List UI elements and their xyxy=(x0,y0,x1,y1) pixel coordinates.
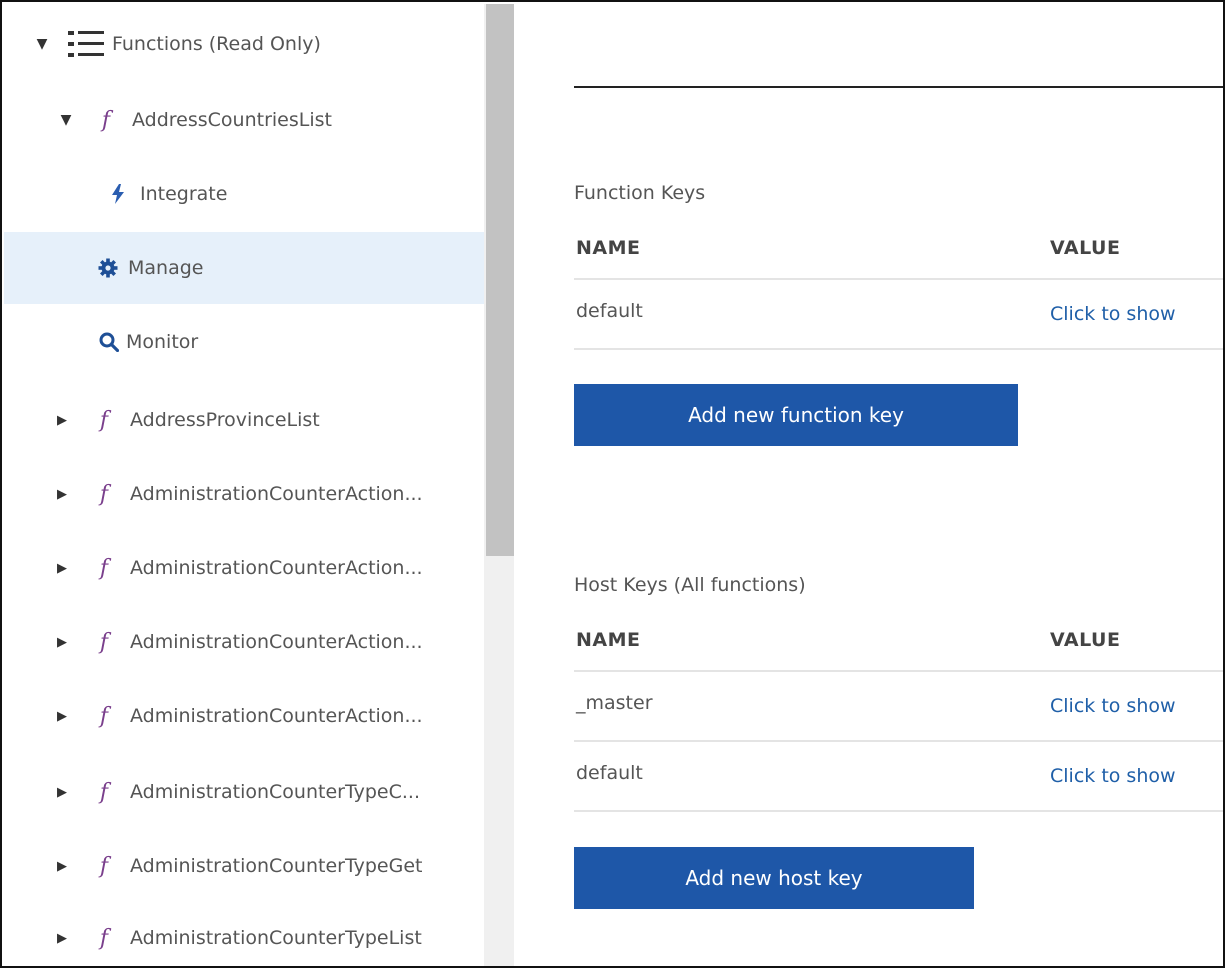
sidebar-scrollbar-thumb[interactable] xyxy=(486,4,514,556)
tree-item-addresscountrieslist[interactable]: ▼ f AddressCountriesList xyxy=(4,84,484,156)
caret-right-icon[interactable]: ▶ xyxy=(54,709,70,724)
functions-sidebar: ▼ Functions (Read Only) ▼ f AddressCount… xyxy=(4,4,484,966)
table-row: default Click to show xyxy=(574,742,1223,812)
function-icon: f xyxy=(99,407,109,433)
function-label: AdministrationCounterAction... xyxy=(130,705,423,727)
caret-down-icon[interactable]: ▼ xyxy=(34,36,50,52)
key-name: default xyxy=(576,762,643,784)
table-header: NAME VALUE xyxy=(574,218,1223,280)
column-header-value: VALUE xyxy=(1050,629,1121,651)
function-icon: f xyxy=(99,853,109,879)
click-to-show-link[interactable]: Click to show xyxy=(1050,695,1223,717)
table-row: _master Click to show xyxy=(574,672,1223,742)
tree-item-function[interactable]: ▶ f AdministrationCounterTypeC... xyxy=(4,756,484,828)
click-to-show-link[interactable]: Click to show xyxy=(1050,765,1223,787)
tree-item-function[interactable]: ▶ f AdministrationCounterAction... xyxy=(4,680,484,752)
function-icon: f xyxy=(99,703,109,729)
manage-panel: Function Keys NAME VALUE default Click t… xyxy=(514,4,1223,966)
table-row: default Click to show xyxy=(574,280,1223,350)
caret-right-icon[interactable]: ▶ xyxy=(54,859,70,874)
add-function-key-button[interactable]: Add new function key xyxy=(574,384,1018,446)
function-label: AdministrationCounterAction... xyxy=(130,483,423,505)
app-frame: ▼ Functions (Read Only) ▼ f AddressCount… xyxy=(0,0,1225,968)
table-header: NAME VALUE xyxy=(574,610,1223,672)
caret-down-icon[interactable]: ▼ xyxy=(58,112,74,128)
function-icon: f xyxy=(99,925,109,951)
column-header-value: VALUE xyxy=(1050,237,1121,259)
caret-right-icon[interactable]: ▶ xyxy=(54,635,70,650)
key-name: _master xyxy=(576,692,653,714)
manage-label: Manage xyxy=(128,257,204,279)
function-icon: f xyxy=(99,629,109,655)
function-icon: f xyxy=(99,779,109,805)
caret-right-icon[interactable]: ▶ xyxy=(54,487,70,502)
divider xyxy=(574,86,1223,88)
search-icon xyxy=(98,332,120,352)
function-icon: f xyxy=(101,107,111,133)
function-icon: f xyxy=(99,481,109,507)
function-keys-table: NAME VALUE default Click to show xyxy=(574,218,1223,350)
lightning-icon xyxy=(108,184,128,204)
function-label: AdministrationCounterTypeGet xyxy=(130,855,423,877)
click-to-show-link[interactable]: Click to show xyxy=(1050,303,1223,325)
function-label: AdministrationCounterAction... xyxy=(130,557,423,579)
key-name: default xyxy=(576,300,643,322)
tree-item-integrate[interactable]: Integrate xyxy=(4,158,484,230)
host-keys-table: NAME VALUE _master Click to show default… xyxy=(574,610,1223,812)
function-label: AddressProvinceList xyxy=(130,409,320,431)
tree-item-function[interactable]: ▶ f AddressProvinceList xyxy=(4,384,484,456)
function-icon: f xyxy=(99,555,109,581)
tree-root-functions[interactable]: ▼ Functions (Read Only) xyxy=(4,8,484,80)
gear-icon xyxy=(98,258,118,278)
column-header-name: NAME xyxy=(576,629,641,651)
caret-right-icon[interactable]: ▶ xyxy=(54,931,70,946)
function-keys-title: Function Keys xyxy=(574,182,706,204)
tree-root-label: Functions (Read Only) xyxy=(112,33,321,55)
monitor-label: Monitor xyxy=(126,331,199,353)
function-label: AdministrationCounterTypeList xyxy=(130,927,422,949)
caret-right-icon[interactable]: ▶ xyxy=(54,561,70,576)
tree-item-function[interactable]: ▶ f AdministrationCounterTypeList xyxy=(4,902,484,966)
host-keys-title: Host Keys (All functions) xyxy=(574,574,806,596)
tree-item-function[interactable]: ▶ f AdministrationCounterTypeGet xyxy=(4,830,484,902)
tree-item-monitor[interactable]: Monitor xyxy=(4,306,484,378)
column-header-name: NAME xyxy=(576,237,641,259)
caret-right-icon[interactable]: ▶ xyxy=(54,413,70,428)
function-label: AdministrationCounterTypeC... xyxy=(130,781,420,803)
add-host-key-button[interactable]: Add new host key xyxy=(574,847,974,909)
tree-item-function[interactable]: ▶ f AdministrationCounterAction... xyxy=(4,532,484,604)
tree-item-function[interactable]: ▶ f AdministrationCounterAction... xyxy=(4,458,484,530)
function-label: AdministrationCounterAction... xyxy=(130,631,423,653)
tree-item-function[interactable]: ▶ f AdministrationCounterAction... xyxy=(4,606,484,678)
tree-item-manage[interactable]: Manage xyxy=(4,232,484,304)
caret-right-icon[interactable]: ▶ xyxy=(54,785,70,800)
function-label: AddressCountriesList xyxy=(132,109,332,131)
integrate-label: Integrate xyxy=(140,183,228,205)
list-icon xyxy=(68,27,106,61)
